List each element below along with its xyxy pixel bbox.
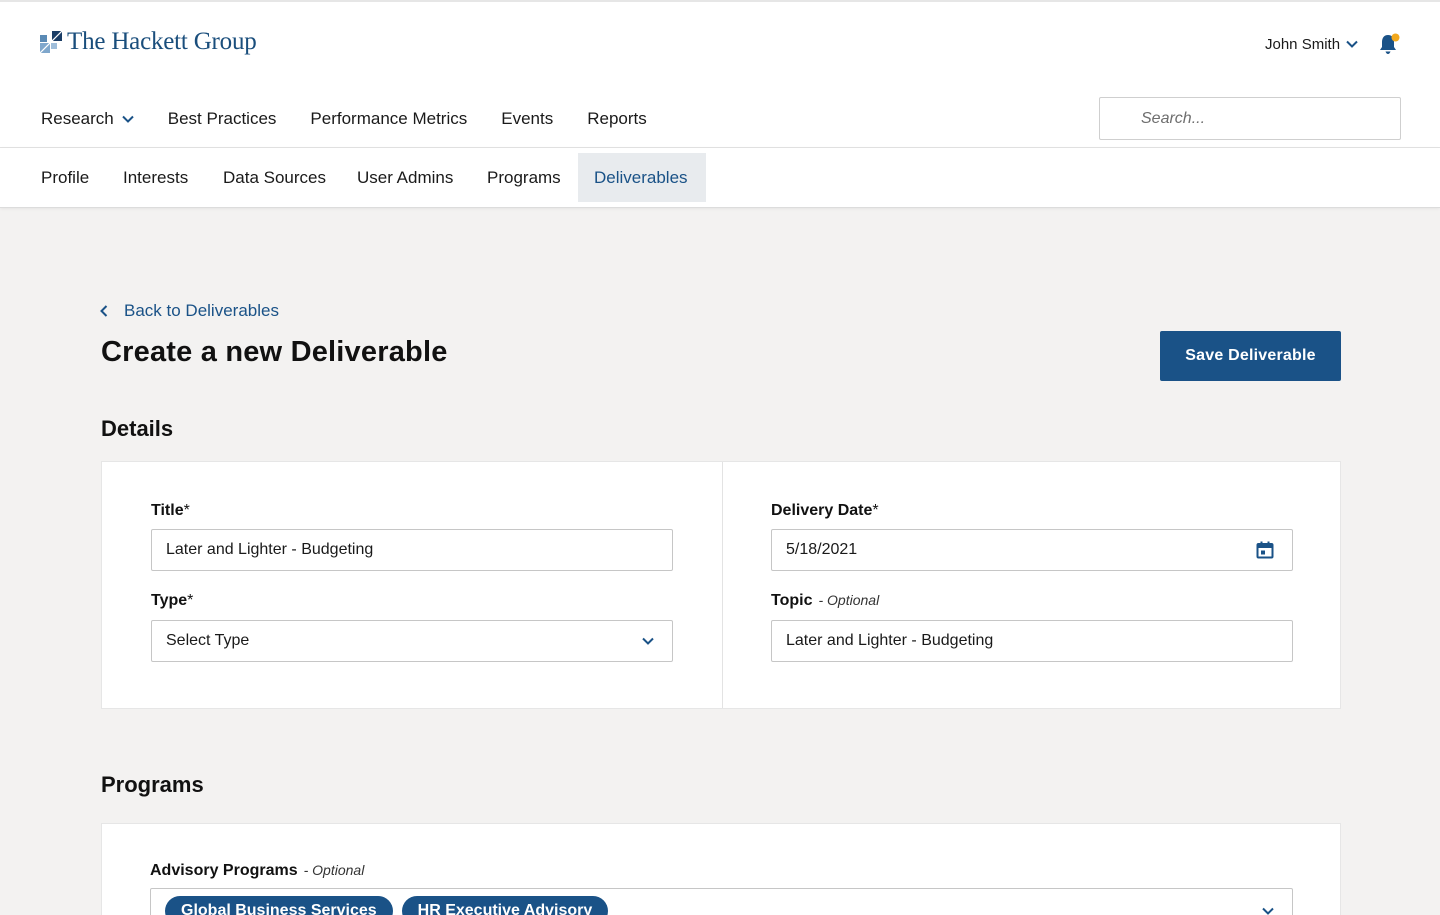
calendar-button[interactable]: [1256, 541, 1274, 559]
required-mark: *: [872, 502, 879, 519]
account-subnav: Profile Interests Data Sources User Admi…: [0, 148, 1440, 208]
page-title: Create a new Deliverable: [101, 336, 448, 368]
advisory-programs-select[interactable]: Global Business Services HR Executive Ad…: [150, 888, 1293, 915]
required-mark: *: [183, 502, 190, 519]
chevron-down-icon: [1262, 907, 1274, 915]
type-label: Type *: [151, 592, 193, 610]
delivery-date-field[interactable]: 5/18/2021: [771, 529, 1293, 571]
optional-tag: - Optional: [818, 592, 880, 608]
advisory-programs-label-text: Advisory Programs: [150, 862, 298, 879]
details-heading: Details: [101, 416, 174, 441]
tab-programs[interactable]: Programs: [471, 153, 577, 202]
programs-heading: Programs: [101, 772, 204, 797]
search-box: [1099, 97, 1401, 140]
title-value: Later and Lighter - Budgeting: [166, 541, 374, 558]
hackett-logo-icon: [40, 31, 62, 53]
details-card: Title * Later and Lighter - Budgeting Typ…: [101, 461, 1341, 709]
required-mark: *: [187, 592, 194, 609]
delivery-date-label: Delivery Date *: [771, 502, 879, 520]
type-value: Select Type: [166, 632, 250, 649]
advisory-programs-label: Advisory Programs - Optional: [150, 862, 364, 880]
nav-reports[interactable]: Reports: [587, 109, 647, 129]
bell-icon: [1380, 33, 1400, 54]
type-select[interactable]: Select Type: [151, 620, 673, 662]
calendar-icon: [1256, 541, 1274, 559]
chevron-left-icon: [100, 305, 108, 317]
brand-logo[interactable]: The Hackett Group: [40, 27, 257, 57]
topic-value: Later and Lighter - Budgeting: [786, 632, 994, 649]
back-to-deliverables-link[interactable]: Back to Deliverables: [100, 300, 279, 322]
save-deliverable-button[interactable]: Save Deliverable: [1160, 331, 1341, 381]
program-chip-hr-executive-advisory[interactable]: HR Executive Advisory: [401, 896, 609, 915]
column-divider: [722, 462, 723, 708]
brand-name: The Hackett Group: [67, 28, 257, 55]
tab-data-sources[interactable]: Data Sources: [207, 153, 342, 202]
nav-performance-metrics[interactable]: Performance Metrics: [310, 109, 467, 129]
delivery-date-label-text: Delivery Date: [771, 502, 873, 519]
optional-tag: - Optional: [303, 862, 365, 878]
tab-user-admins[interactable]: User Admins: [341, 153, 469, 202]
title-label: Title *: [151, 502, 190, 520]
user-name: John Smith: [1265, 35, 1341, 53]
tab-interests[interactable]: Interests: [107, 153, 204, 202]
program-chip-global-business-services[interactable]: Global Business Services: [165, 896, 393, 915]
chevron-down-icon: [1346, 40, 1358, 48]
topic-label-text: Topic: [771, 592, 813, 609]
delivery-date-value: 5/18/2021: [786, 541, 858, 558]
back-link-label: Back to Deliverables: [124, 301, 279, 320]
main-nav: Research Best Practices Performance Metr…: [41, 106, 681, 132]
title-label-text: Title: [151, 502, 184, 519]
nav-best-practices[interactable]: Best Practices: [168, 109, 277, 129]
chevron-down-icon: [642, 637, 654, 645]
topic-field[interactable]: Later and Lighter - Budgeting: [771, 620, 1293, 662]
tab-profile[interactable]: Profile: [25, 153, 105, 202]
programs-card: Advisory Programs - Optional Global Busi…: [101, 823, 1341, 915]
topic-label: Topic - Optional: [771, 592, 879, 610]
notifications-bell[interactable]: [1377, 32, 1401, 56]
top-header: The Hackett Group John Smith Research Be…: [0, 0, 1440, 148]
title-field[interactable]: Later and Lighter - Budgeting: [151, 529, 673, 571]
chevron-down-icon: [122, 115, 134, 123]
nav-events[interactable]: Events: [501, 109, 553, 129]
nav-research-label: Research: [41, 109, 114, 128]
nav-research[interactable]: Research: [41, 109, 134, 129]
tab-deliverables[interactable]: Deliverables: [578, 153, 706, 202]
search-input[interactable]: [1100, 98, 1400, 139]
user-menu[interactable]: John Smith: [1265, 34, 1358, 54]
type-label-text: Type: [151, 592, 188, 609]
